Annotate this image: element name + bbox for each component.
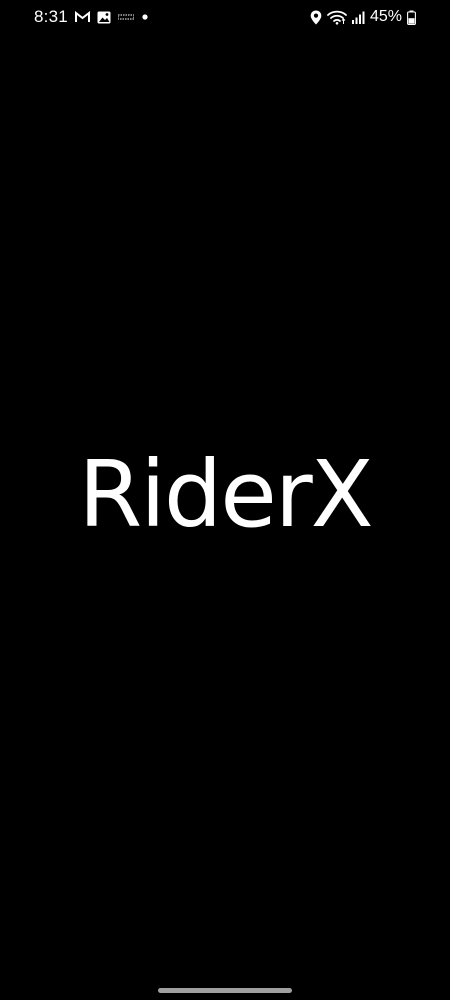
status-bar-right: 45% — [310, 7, 416, 27]
battery-percent: 45% — [369, 8, 402, 25]
battery-icon — [407, 10, 416, 25]
status-time: 8:31 — [34, 7, 68, 26]
more-notifications-icon — [117, 14, 134, 20]
app-logo-text: RiderX — [78, 441, 373, 548]
signal-icon — [351, 11, 365, 24]
home-indicator[interactable] — [158, 988, 292, 993]
gallery-icon — [97, 11, 111, 24]
gmail-icon — [74, 11, 90, 23]
location-icon — [310, 10, 322, 25]
wifi-icon — [327, 10, 347, 25]
notification-dot-icon — [141, 13, 149, 21]
status-bar-left: 8:31 — [34, 7, 149, 27]
splash-logo: RiderX — [0, 440, 450, 550]
status-bar: 8:31 45% — [0, 0, 450, 34]
